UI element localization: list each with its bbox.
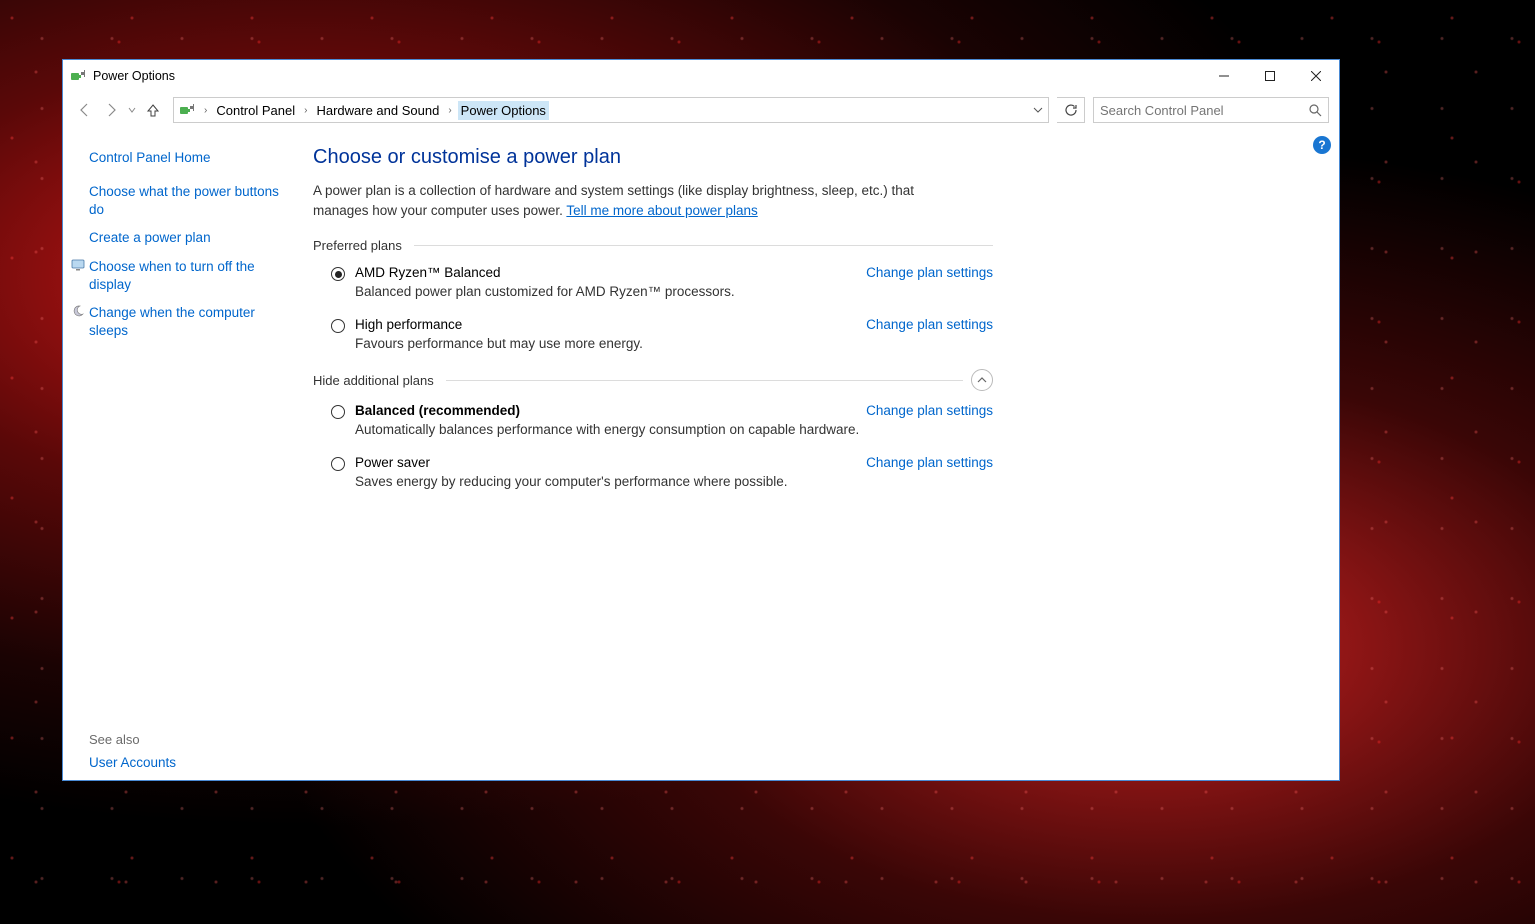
search-box[interactable] [1093, 97, 1329, 123]
titlebar: Power Options [63, 60, 1339, 92]
page-description: A power plan is a collection of hardware… [313, 181, 933, 220]
power-plan-option: Power saver Change plan settings Saves e… [331, 455, 993, 489]
up-button[interactable] [141, 98, 165, 122]
learn-more-link[interactable]: Tell me more about power plans [566, 203, 757, 218]
sidebar: Control Panel Home Choose what the power… [63, 128, 307, 780]
address-dropdown[interactable] [1026, 98, 1048, 122]
close-button[interactable] [1293, 61, 1339, 91]
sidebar-link-create-plan[interactable]: Create a power plan [89, 229, 293, 247]
chevron-right-icon[interactable]: › [198, 105, 213, 116]
search-input[interactable] [1100, 103, 1308, 118]
preferred-plans-heading: Preferred plans [313, 238, 993, 253]
content-area: ? Control Panel Home Choose what the pow… [63, 128, 1339, 780]
change-plan-settings-link[interactable]: Change plan settings [866, 455, 993, 470]
change-plan-settings-link[interactable]: Change plan settings [866, 403, 993, 418]
power-plan-option: High performance Change plan settings Fa… [331, 317, 993, 351]
hide-additional-plans-heading: Hide additional plans [313, 369, 993, 391]
refresh-button[interactable] [1057, 97, 1085, 123]
plan-description: Balanced power plan customized for AMD R… [355, 284, 993, 299]
radio-high-performance[interactable] [331, 319, 345, 333]
moon-icon [71, 304, 85, 340]
search-icon[interactable] [1308, 103, 1322, 117]
monitor-icon [71, 258, 85, 294]
plan-name[interactable]: Balanced (recommended) [355, 403, 520, 418]
see-also-user-accounts[interactable]: User Accounts [89, 755, 293, 770]
sidebar-link-display-off[interactable]: Choose when to turn off the display [89, 258, 293, 294]
page-heading: Choose or customise a power plan [313, 146, 993, 169]
power-plan-option: Balanced (recommended) Change plan setti… [331, 403, 993, 437]
main-panel: Choose or customise a power plan A power… [307, 128, 1027, 780]
maximize-button[interactable] [1247, 61, 1293, 91]
plan-description: Automatically balances performance with … [355, 422, 993, 437]
control-panel-home-link[interactable]: Control Panel Home [89, 150, 293, 165]
minimize-button[interactable] [1201, 61, 1247, 91]
plan-name[interactable]: Power saver [355, 455, 430, 470]
radio-balanced[interactable] [331, 405, 345, 419]
battery-plug-icon [69, 67, 87, 85]
plan-name[interactable]: High performance [355, 317, 462, 332]
navigation-bar: › Control Panel › Hardware and Sound › P… [63, 92, 1339, 128]
plan-name[interactable]: AMD Ryzen™ Balanced [355, 265, 501, 280]
window-title: Power Options [93, 69, 175, 83]
battery-plug-icon [178, 101, 196, 119]
control-panel-window: Power Options › Control Pa [62, 59, 1340, 781]
breadcrumb-item[interactable]: Hardware and Sound [313, 101, 442, 120]
collapse-toggle[interactable] [971, 369, 993, 391]
breadcrumb-item[interactable]: Control Panel [213, 101, 298, 120]
sidebar-link-sleep[interactable]: Change when the computer sleeps [89, 304, 293, 340]
plan-description: Saves energy by reducing your computer's… [355, 474, 993, 489]
radio-power-saver[interactable] [331, 457, 345, 471]
radio-amd-ryzen-balanced[interactable] [331, 267, 345, 281]
breadcrumb-item-current[interactable]: Power Options [458, 101, 549, 120]
change-plan-settings-link[interactable]: Change plan settings [866, 265, 993, 280]
back-button[interactable] [73, 98, 97, 122]
history-dropdown[interactable] [125, 106, 139, 114]
forward-button[interactable] [99, 98, 123, 122]
help-icon[interactable]: ? [1313, 136, 1331, 154]
see-also-heading: See also [89, 732, 293, 747]
sidebar-link-power-buttons[interactable]: Choose what the power buttons do [89, 183, 293, 219]
change-plan-settings-link[interactable]: Change plan settings [866, 317, 993, 332]
chevron-right-icon[interactable]: › [442, 105, 457, 116]
chevron-right-icon[interactable]: › [298, 105, 313, 116]
plan-description: Favours performance but may use more ene… [355, 336, 993, 351]
power-plan-option: AMD Ryzen™ Balanced Change plan settings… [331, 265, 993, 299]
address-bar[interactable]: › Control Panel › Hardware and Sound › P… [173, 97, 1049, 123]
